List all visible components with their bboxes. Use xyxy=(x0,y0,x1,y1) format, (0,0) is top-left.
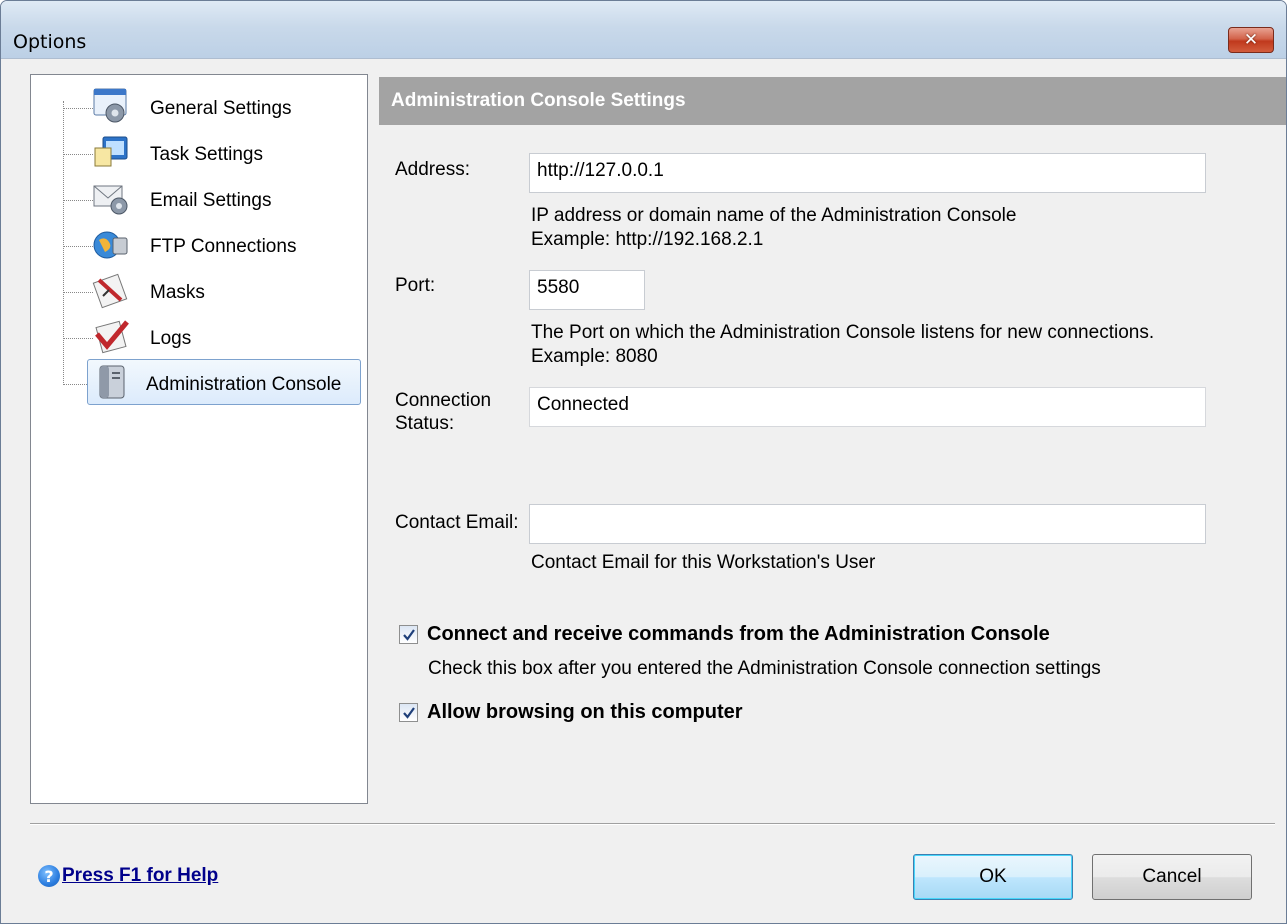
title-bar[interactable]: Options ✕ xyxy=(1,1,1286,59)
tree-item-email-settings[interactable]: Email Settings xyxy=(63,174,363,218)
connection-status-label-line1: Connection xyxy=(395,390,492,411)
port-field[interactable]: 5580 xyxy=(529,270,645,310)
email-gear-icon xyxy=(93,185,128,215)
address-hint-line1: IP address or domain name of the Adminis… xyxy=(531,205,1017,226)
tree-item-label: General Settings xyxy=(150,98,292,119)
panel-header: Administration Console Settings xyxy=(379,77,1286,125)
tree-item-ftp-connections[interactable]: FTP Connections xyxy=(63,220,363,264)
port-hint-line1: The Port on which the Administration Con… xyxy=(531,322,1155,343)
ok-button[interactable]: OK xyxy=(913,854,1073,900)
help-icon: ? xyxy=(38,865,60,887)
footer-divider xyxy=(30,823,1275,825)
gear-settings-icon xyxy=(93,88,127,123)
tree-item-label: Administration Console xyxy=(146,374,342,395)
help-link[interactable]: Press F1 for Help xyxy=(62,865,218,887)
masks-icon xyxy=(92,273,128,309)
tree-item-administration-console[interactable]: Administration Console xyxy=(63,358,363,405)
contact-email-label: Contact Email: xyxy=(395,512,519,533)
tree-item-general-settings[interactable]: General Settings xyxy=(63,82,363,126)
connection-status-field: Connected xyxy=(529,387,1206,427)
connect-checkbox-label[interactable]: Connect and receive commands from the Ad… xyxy=(427,623,1050,646)
settings-tree: General Settings Task Settings Email Set… xyxy=(30,74,368,804)
options-window: Options ✕ General Settings Task Settings… xyxy=(0,0,1287,924)
tree-item-label: Email Settings xyxy=(150,190,272,211)
tree-item-label: Masks xyxy=(150,282,205,303)
checkmark-icon xyxy=(402,628,415,641)
tree-item-task-settings[interactable]: Task Settings xyxy=(63,128,363,172)
connect-checkbox-hint: Check this box after you entered the Adm… xyxy=(428,658,1101,679)
tree-item-masks[interactable]: Masks xyxy=(63,266,363,310)
port-label: Port: xyxy=(395,275,436,296)
allow-browsing-checkbox-label[interactable]: Allow browsing on this computer xyxy=(427,701,743,724)
address-label: Address: xyxy=(395,159,470,180)
address-field[interactable]: http://127.0.0.1 xyxy=(529,153,1206,193)
allow-browsing-checkbox[interactable] xyxy=(399,703,418,722)
window-title: Options xyxy=(13,31,87,53)
contact-email-hint: Contact Email for this Workstation's Use… xyxy=(531,552,876,573)
checkmark-icon xyxy=(402,706,415,719)
contact-email-field[interactable] xyxy=(529,504,1206,544)
tree-item-logs[interactable]: Logs xyxy=(63,312,363,356)
close-button[interactable]: ✕ xyxy=(1228,27,1274,53)
cancel-button[interactable]: Cancel xyxy=(1092,854,1252,900)
panel-title: Administration Console Settings xyxy=(391,90,686,111)
port-hint-line2: Example: 8080 xyxy=(531,346,658,367)
address-hint-line2: Example: http://192.168.2.1 xyxy=(531,229,764,250)
ftp-globe-icon xyxy=(93,231,128,259)
tree-item-label: FTP Connections xyxy=(150,236,297,257)
admin-console-icon xyxy=(99,365,125,399)
logs-checklist-icon xyxy=(95,320,129,354)
close-icon: ✕ xyxy=(1243,30,1259,50)
tree-item-label: Task Settings xyxy=(150,144,263,165)
tree-item-label: Logs xyxy=(150,328,192,349)
connection-status-label-line2: Status: xyxy=(395,413,455,434)
help-link-container[interactable]: ? Press F1 for Help xyxy=(38,863,218,889)
connect-checkbox[interactable] xyxy=(399,625,418,644)
task-icon xyxy=(94,136,128,167)
